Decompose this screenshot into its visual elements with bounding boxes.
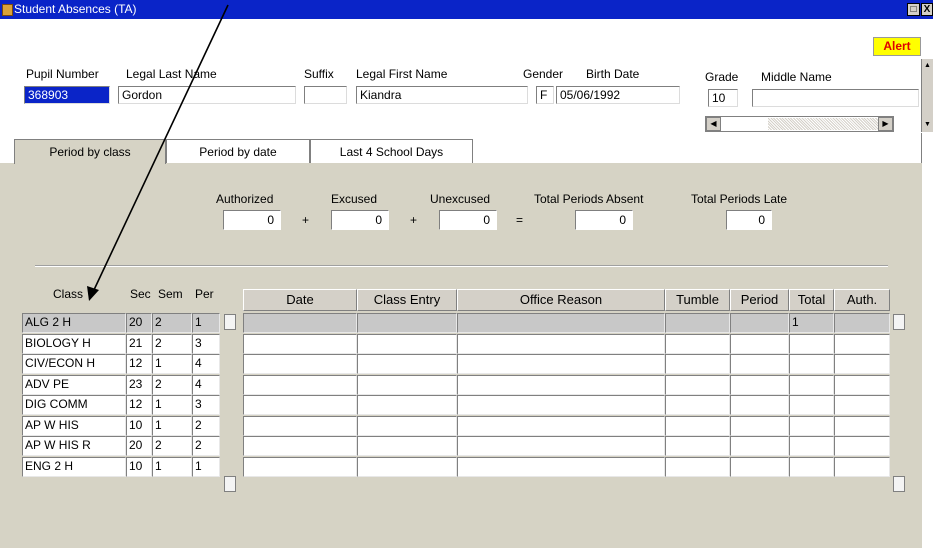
annotation-arrow-icon [87,4,229,301]
